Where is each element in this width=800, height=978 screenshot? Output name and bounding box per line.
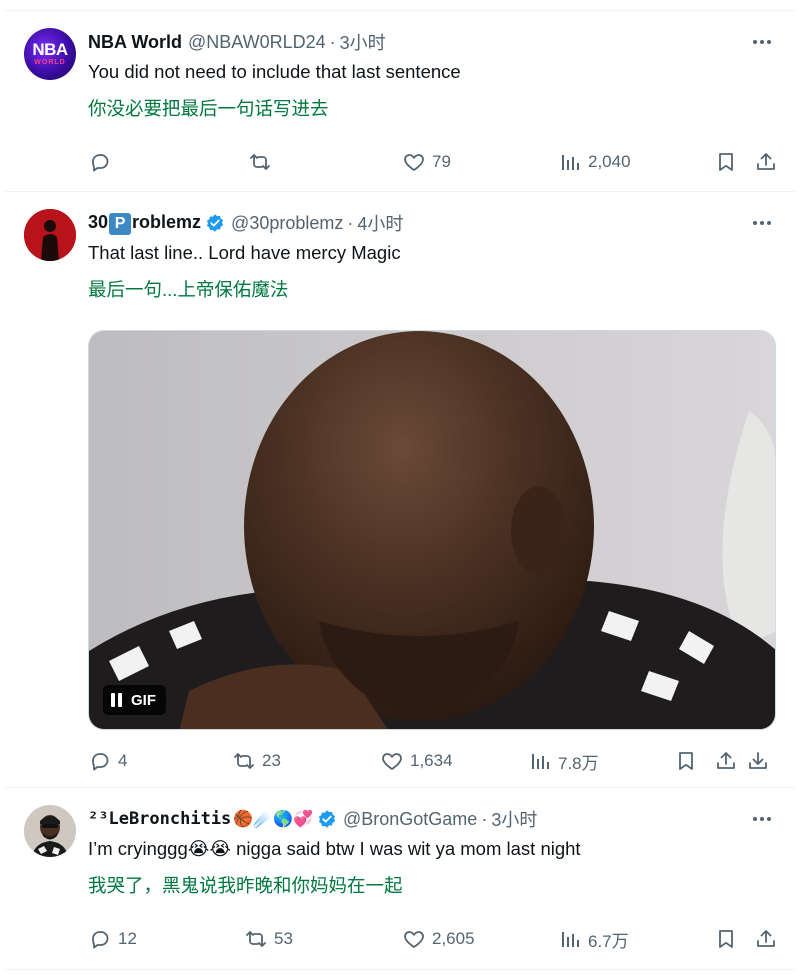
tweet-text: You did not need to include that last se… xyxy=(88,61,461,82)
like-button[interactable]: 1,634 xyxy=(380,746,453,776)
reply-icon xyxy=(92,931,109,949)
tweet[interactable]: 30 Problemz @30problemz · 4小时 That last l… xyxy=(4,192,796,788)
tweet-translation: 最后一句...上帝保佑魔法 xyxy=(88,279,289,300)
crying-emojis: 😭😭 xyxy=(187,838,231,859)
tweet-text: That last line.. Lord have mercy Magic xyxy=(88,242,401,263)
share-icon xyxy=(717,752,735,769)
bookmark-icon xyxy=(679,752,693,770)
reply-icon xyxy=(92,154,109,172)
avatar[interactable]: NBA WORLD xyxy=(24,28,76,80)
download-icon xyxy=(749,752,767,769)
retweet-icon xyxy=(234,753,254,769)
views-count: 2,040 xyxy=(588,152,631,171)
verified-badge-icon xyxy=(318,810,336,828)
reply-count: 4 xyxy=(118,751,128,770)
gif-frame-image xyxy=(89,331,775,729)
bookmark-button[interactable] xyxy=(714,924,738,954)
tweet-header: ²³LeBronchitis 🏀☄️🌎💞 @BronGotGame · 3小时 xyxy=(88,807,736,831)
tweet[interactable]: ²³LeBronchitis 🏀☄️🌎💞 @BronGotGame · 3小时 … xyxy=(4,788,796,970)
tweet-text-part: I’m cryinggg xyxy=(88,838,188,859)
avatar-portrait xyxy=(24,805,76,857)
retweet-button[interactable] xyxy=(248,147,278,177)
action-bar: 12 53 2,605 6.7万 xyxy=(88,924,776,954)
verified-badge-icon xyxy=(206,214,224,232)
views-icon xyxy=(532,754,549,769)
share-icon xyxy=(757,153,775,170)
views-icon xyxy=(562,932,579,947)
display-name-suffix: roblemz xyxy=(132,211,202,232)
reply-button[interactable]: 4 xyxy=(88,746,127,776)
pause-icon[interactable] xyxy=(111,693,122,707)
share-button[interactable] xyxy=(754,924,778,954)
separator-dot: · xyxy=(329,31,336,52)
bookmark-icon xyxy=(719,930,733,948)
share-button[interactable] xyxy=(714,746,738,776)
retweet-count: 53 xyxy=(274,929,293,948)
tweet-translation: 我哭了，黑鬼说我昨晚和你妈妈在一起 xyxy=(88,875,403,896)
timestamp[interactable]: 3小时 xyxy=(491,806,537,832)
user-handle[interactable]: @NBAW0RLD24 xyxy=(188,32,326,53)
separator-dot: · xyxy=(347,212,354,233)
bookmark-button[interactable] xyxy=(674,746,698,776)
retweet-icon xyxy=(250,154,270,170)
heart-icon xyxy=(404,931,424,948)
display-name[interactable]: NBA World xyxy=(88,32,182,53)
avatar[interactable] xyxy=(24,209,76,261)
views-button[interactable]: 7.8万 xyxy=(528,746,599,776)
retweet-count: 23 xyxy=(262,751,281,770)
like-count: 1,634 xyxy=(410,751,453,770)
timestamp[interactable]: 4小时 xyxy=(357,210,403,236)
bookmark-icon xyxy=(719,153,733,171)
tweet-translation: 你没必要把最后一句话写进去 xyxy=(88,98,329,119)
avatar-logo-subtext: WORLD xyxy=(34,59,66,66)
avatar-silhouette xyxy=(24,209,76,261)
tweet[interactable]: NBA WORLD NBA World @NBAW0RLD24 · 3小时 Yo… xyxy=(4,10,796,192)
reply-count: 12 xyxy=(118,929,137,948)
like-count: 2,605 xyxy=(432,929,475,948)
share-button[interactable] xyxy=(754,147,778,177)
display-name[interactable]: 30 Problemz xyxy=(88,212,201,235)
action-bar: 4 23 1,634 7.8万 xyxy=(88,746,776,776)
parking-letter-box: P xyxy=(109,212,132,235)
gif-badge[interactable]: GIF xyxy=(103,685,166,715)
heart-icon xyxy=(404,154,424,171)
tweet-header: 30 Problemz @30problemz · 4小时 xyxy=(88,211,736,235)
download-button[interactable] xyxy=(746,746,770,776)
bookmark-button[interactable] xyxy=(714,147,738,177)
action-bar: 79 2,040 xyxy=(88,147,776,177)
user-handle[interactable]: @30problemz xyxy=(231,213,343,234)
avatar[interactable] xyxy=(24,805,76,857)
tweet-header: NBA World @NBAW0RLD24 · 3小时 xyxy=(88,30,736,54)
tweet-text-part: nigga said btw I was wit ya mom last nig… xyxy=(230,838,581,859)
name-emojis: 🏀☄️🌎💞 xyxy=(233,811,313,828)
more-options-icon[interactable] xyxy=(750,807,774,831)
heart-icon xyxy=(382,753,402,770)
like-count: 79 xyxy=(432,152,451,171)
reply-button[interactable] xyxy=(88,147,118,177)
display-name[interactable]: ²³LeBronchitis xyxy=(88,809,231,829)
retweet-button[interactable]: 53 xyxy=(244,924,293,954)
reply-icon xyxy=(92,753,109,771)
gif-media[interactable]: GIF xyxy=(88,330,776,730)
tweet-text: I’m cryinggg😭😭 nigga said btw I was wit … xyxy=(88,837,776,861)
share-icon xyxy=(757,930,775,947)
retweet-button[interactable]: 23 xyxy=(232,746,281,776)
views-count: 6.7万 xyxy=(588,931,629,951)
retweet-icon xyxy=(246,931,266,947)
more-options-icon[interactable] xyxy=(750,211,774,235)
timestamp[interactable]: 3小时 xyxy=(340,29,386,55)
more-options-icon[interactable] xyxy=(750,30,774,54)
separator-dot: · xyxy=(481,808,488,829)
like-button[interactable]: 2,605 xyxy=(402,924,475,954)
like-button[interactable]: 79 xyxy=(402,147,451,177)
views-count: 7.8万 xyxy=(558,753,599,773)
views-icon xyxy=(562,155,579,170)
reply-button[interactable]: 12 xyxy=(88,924,137,954)
display-name-prefix: 30 xyxy=(88,211,109,232)
user-handle[interactable]: @BronGotGame xyxy=(343,809,477,830)
views-button[interactable]: 6.7万 xyxy=(558,924,629,954)
gif-label: GIF xyxy=(131,691,156,709)
views-button[interactable]: 2,040 xyxy=(558,147,631,177)
avatar-logo-text: NBA xyxy=(32,40,68,59)
